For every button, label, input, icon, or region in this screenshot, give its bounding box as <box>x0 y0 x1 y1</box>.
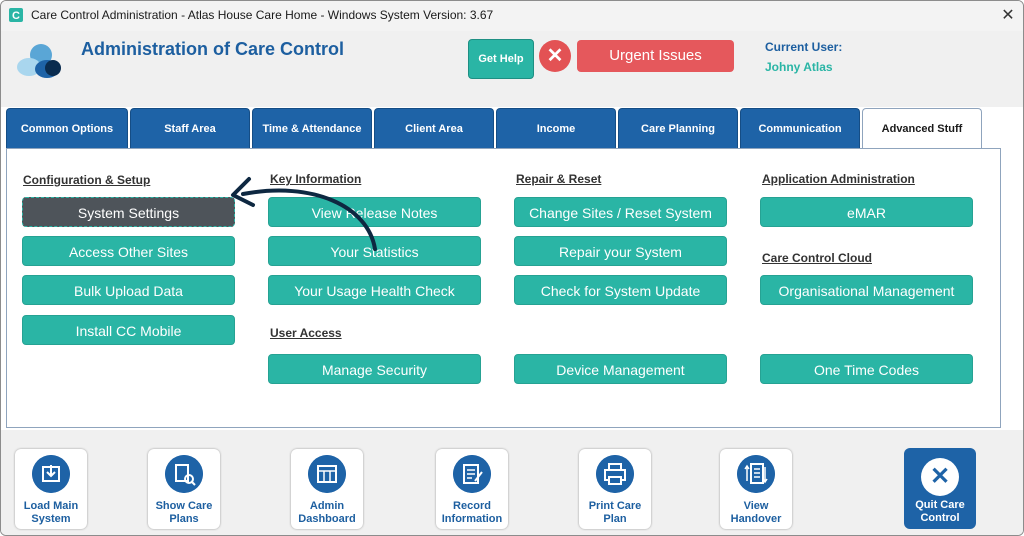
config-setup-heading: Configuration & Setup <box>23 173 151 187</box>
view-release-notes-button[interactable]: View Release Notes <box>268 197 481 227</box>
app-admin-heading: Application Administration <box>762 172 915 186</box>
tab-advanced-stuff[interactable]: Advanced Stuff <box>862 108 982 149</box>
install-cc-mobile-button[interactable]: Install CC Mobile <box>22 315 235 345</box>
load-main-system-label: Load Main System <box>23 500 79 525</box>
get-help-button[interactable]: Get Help <box>468 39 534 79</box>
dashboard-icon <box>308 455 346 493</box>
window-title: Care Control Administration - Atlas Hous… <box>31 8 494 22</box>
care-control-app-icon: C <box>9 8 23 22</box>
tab-common-options[interactable]: Common Options <box>6 108 128 148</box>
user-access-heading: User Access <box>270 326 342 340</box>
urgent-x-icon[interactable]: ✕ <box>539 40 571 72</box>
tab-income[interactable]: Income <box>496 108 616 148</box>
emar-button[interactable]: eMAR <box>760 197 973 227</box>
quit-care-control-label: Quit Care Control <box>915 499 965 524</box>
view-handover-label: View Handover <box>730 500 782 525</box>
system-settings-button[interactable]: System Settings <box>22 197 235 227</box>
svg-text:C: C <box>12 10 20 22</box>
manage-security-button[interactable]: Manage Security <box>268 354 481 384</box>
app-window: C Care Control Administration - Atlas Ho… <box>0 0 1024 536</box>
admin-dashboard-button[interactable]: Admin Dashboard <box>291 449 363 529</box>
header: Administration of Care Control Get Help … <box>1 31 1023 107</box>
tab-care-planning[interactable]: Care Planning <box>618 108 738 148</box>
one-time-codes-button[interactable]: One Time Codes <box>760 354 973 384</box>
tab-staff-area[interactable]: Staff Area <box>130 108 250 148</box>
record-icon <box>453 455 491 493</box>
tab-client-area[interactable]: Client Area <box>374 108 494 148</box>
load-main-system-button[interactable]: Load Main System <box>15 449 87 529</box>
repair-reset-heading: Repair & Reset <box>516 172 602 186</box>
load-icon <box>32 455 70 493</box>
printer-icon <box>596 455 634 493</box>
show-care-plans-button[interactable]: Show Care Plans <box>148 449 220 529</box>
change-sites-reset-button[interactable]: Change Sites / Reset System <box>514 197 727 227</box>
care-control-cloud-heading: Care Control Cloud <box>762 251 872 265</box>
your-statistics-button[interactable]: Your Statistics <box>268 236 481 266</box>
admin-dashboard-label: Admin Dashboard <box>298 500 356 525</box>
view-handover-button[interactable]: View Handover <box>720 449 792 529</box>
current-user-name: Johny Atlas <box>765 60 833 74</box>
care-plans-icon <box>165 455 203 493</box>
device-management-button[interactable]: Device Management <box>514 354 727 384</box>
bulk-upload-data-button[interactable]: Bulk Upload Data <box>22 275 235 305</box>
show-care-plans-label: Show Care Plans <box>155 500 213 525</box>
tab-communication[interactable]: Communication <box>740 108 860 148</box>
title-bar: C Care Control Administration - Atlas Ho… <box>1 1 1023 31</box>
care-control-logo <box>17 44 61 78</box>
check-system-update-button[interactable]: Check for System Update <box>514 275 727 305</box>
usage-health-check-button[interactable]: Your Usage Health Check <box>268 275 481 305</box>
record-information-button[interactable]: Record Information <box>436 449 508 529</box>
organisational-management-button[interactable]: Organisational Management <box>760 275 973 305</box>
repair-system-button[interactable]: Repair your System <box>514 236 727 266</box>
key-information-heading: Key Information <box>270 172 362 186</box>
print-care-plan-label: Print Care Plan <box>588 500 642 525</box>
current-user-label: Current User: <box>765 40 843 54</box>
access-other-sites-button[interactable]: Access Other Sites <box>22 236 235 266</box>
handover-icon <box>737 455 775 493</box>
quit-care-control-button[interactable]: ✕ Quit Care Control <box>904 448 976 529</box>
page-title: Administration of Care Control <box>81 39 345 59</box>
urgent-issues-button[interactable]: Urgent Issues <box>577 40 734 72</box>
quit-x-icon: ✕ <box>921 458 959 496</box>
tab-time-attendance[interactable]: Time & Attendance <box>252 108 372 148</box>
bottom-toolbar: Load Main System Show Care Plans Admin D… <box>1 430 1023 535</box>
print-care-plan-button[interactable]: Print Care Plan <box>579 449 651 529</box>
close-window-button[interactable]: ✕ <box>997 5 1019 27</box>
record-information-label: Record Information <box>441 500 503 525</box>
